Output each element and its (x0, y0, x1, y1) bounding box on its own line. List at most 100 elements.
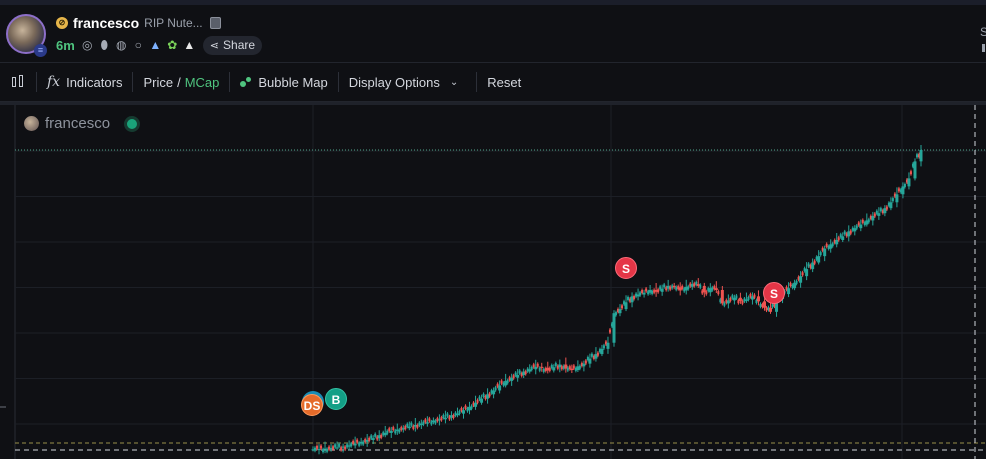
candle-body (552, 367, 556, 371)
search-token-icon[interactable]: ◎ (81, 38, 94, 52)
candle-body (651, 290, 654, 294)
candle-body (494, 387, 497, 391)
candle-body (422, 421, 425, 425)
chart-canvas[interactable] (0, 105, 986, 459)
candle-body (480, 398, 484, 403)
candle-body (406, 423, 409, 427)
token-name-row: ⊘ francesco RIP Nute... (56, 14, 221, 32)
candle-body (825, 243, 828, 247)
candle-body (380, 434, 383, 438)
chart-toolbar: 𝑓x Indicators Price / MCap Bubble Map Di… (0, 62, 986, 102)
toggle-slash: / (177, 74, 181, 90)
candle-body (853, 228, 857, 232)
candle-body (621, 305, 624, 309)
candle-body (759, 303, 762, 307)
candle-body (334, 444, 337, 448)
token-full-name: RIP Nute... (144, 16, 203, 30)
candle-body (538, 367, 541, 371)
candle-body (458, 411, 461, 414)
candle-body (861, 219, 864, 223)
candle-body (326, 448, 329, 452)
candle-body (711, 287, 714, 291)
candle-body (488, 393, 491, 397)
buy-marker[interactable]: B (325, 388, 347, 410)
candle-body (663, 284, 666, 288)
legend-token-name: francesco (45, 115, 111, 132)
candle-body (317, 449, 321, 451)
indicators-button[interactable]: 𝑓x Indicators (37, 63, 132, 101)
candle-body (452, 415, 455, 419)
sell-marker[interactable]: S (763, 282, 785, 304)
token-ticker[interactable]: francesco (73, 15, 139, 31)
candle-body (492, 390, 496, 395)
candle-body (320, 445, 323, 449)
candle-body (548, 367, 551, 371)
candle-body (461, 410, 465, 414)
candle-body (877, 213, 881, 216)
candle-body (584, 360, 587, 364)
candle-body (873, 213, 876, 217)
candle-body (482, 393, 485, 397)
candle-body (645, 288, 648, 292)
candle-body (901, 186, 905, 195)
candle-body (813, 260, 816, 264)
candle-body (388, 428, 391, 432)
bubble-map-icon (240, 76, 252, 88)
candle-body (606, 342, 610, 349)
candle-body (442, 414, 445, 418)
candle-body (368, 437, 371, 441)
candle-body (518, 370, 521, 374)
candle-body (624, 302, 628, 310)
price-chart[interactable]: francesco S S B DS (0, 102, 986, 459)
candle-body (714, 288, 718, 290)
frog-icon[interactable]: ✿ (166, 38, 179, 52)
search-icon[interactable]: ○ (132, 38, 145, 52)
reset-label: Reset (487, 74, 522, 90)
candle-body (867, 219, 870, 223)
candle-body (530, 366, 533, 370)
reset-button[interactable]: Reset (477, 63, 531, 101)
indicators-label: Indicators (66, 74, 123, 90)
candle-body (370, 435, 373, 439)
display-options-label: Display Options (348, 74, 440, 90)
candle-body (765, 307, 768, 311)
candle-body (506, 380, 509, 384)
candle-body (657, 289, 660, 293)
candle-body (560, 366, 563, 370)
mountain-icon[interactable]: ▲ (183, 38, 196, 52)
copy-icon[interactable] (209, 17, 221, 29)
token-age: 6m (56, 37, 75, 53)
dev-sell-marker[interactable]: DS (301, 394, 323, 416)
rocket-icon[interactable]: ▲ (149, 38, 162, 52)
candle-body (316, 445, 319, 449)
candle-body (374, 433, 377, 437)
candle-body (871, 215, 875, 221)
candle-body (407, 426, 411, 429)
globe-icon[interactable]: ◍ (115, 38, 128, 52)
candle-body (524, 371, 527, 375)
candle-body (799, 276, 803, 283)
share-button[interactable]: ⋖ Share (202, 35, 263, 55)
sell-marker[interactable]: S (615, 257, 637, 279)
price-mcap-toggle[interactable]: Price / MCap (133, 63, 229, 101)
pill-icon[interactable]: ⬮ (98, 38, 111, 52)
candle-body (843, 231, 846, 235)
candle-body (425, 422, 429, 424)
display-options-dropdown[interactable]: Display Options ⌄ (339, 63, 468, 101)
candle-body (819, 252, 822, 256)
candle-body (404, 426, 407, 430)
candle-body (596, 352, 599, 356)
candle-body (362, 441, 365, 445)
chart-type-button[interactable] (0, 63, 36, 101)
candle-body (817, 256, 821, 263)
candle-body (723, 302, 726, 306)
candle-body (660, 288, 664, 292)
bubble-map-button[interactable]: Bubble Map (230, 63, 337, 101)
candle-body (841, 236, 845, 240)
mcap-option[interactable]: MCap (185, 75, 220, 90)
candle-body (352, 440, 355, 444)
price-option[interactable]: Price (143, 75, 173, 90)
candle-body (669, 286, 672, 290)
candle-body (831, 243, 834, 247)
candle-body (470, 405, 473, 409)
